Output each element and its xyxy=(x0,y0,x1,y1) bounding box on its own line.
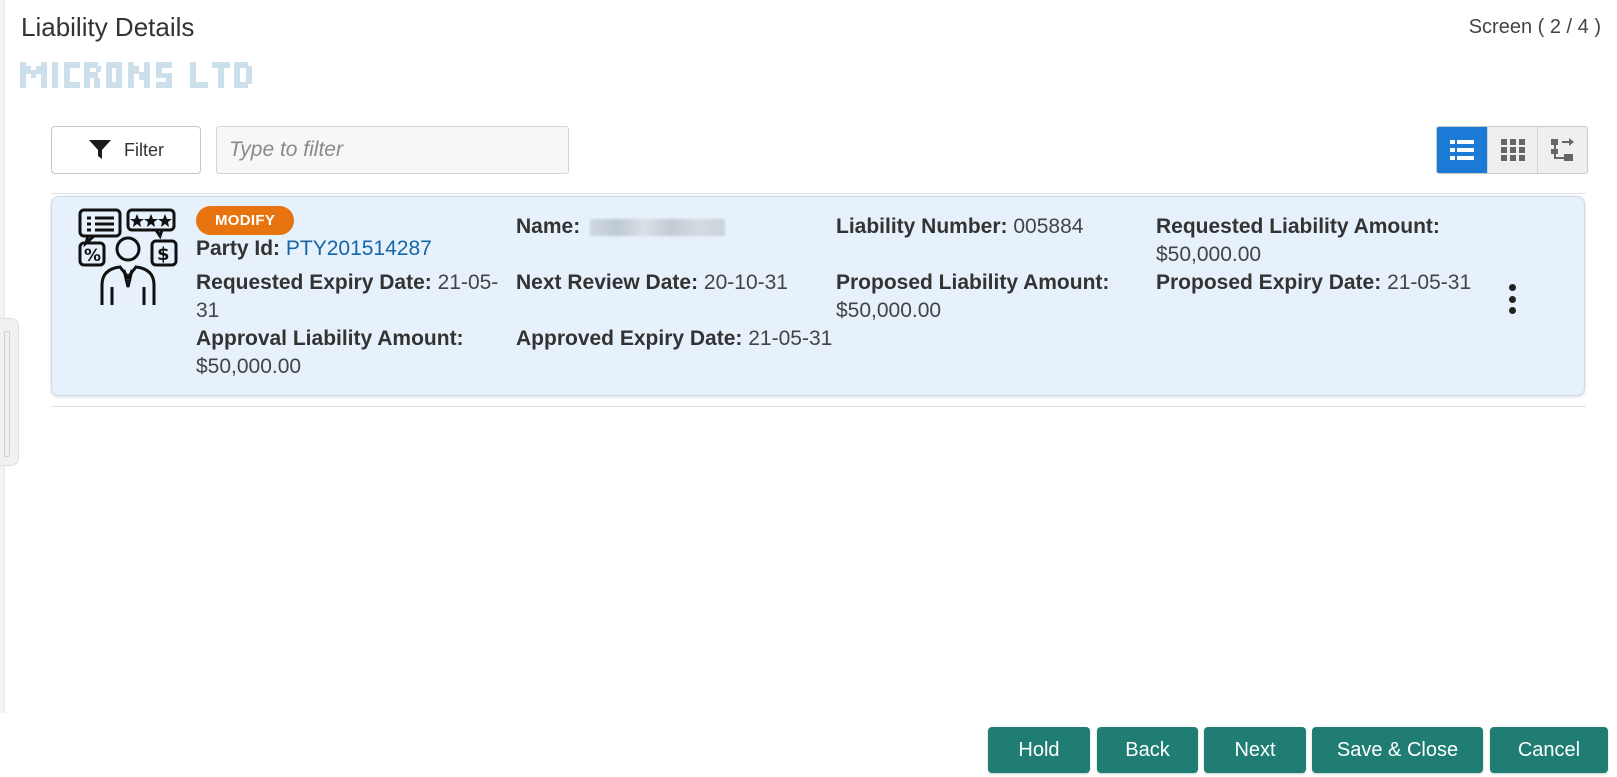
party-id-link[interactable]: PTY201514287 xyxy=(286,237,432,260)
name-field: Name: xyxy=(516,213,726,241)
approval-amount-label: Approval Liability Amount: xyxy=(196,327,464,350)
party-id-field: Party Id: PTY201514287 xyxy=(196,235,432,263)
requested-amount-field: Requested Liability Amount: $50,000.00 xyxy=(1156,213,1456,269)
filter-button-label: Filter xyxy=(124,139,164,160)
side-panel-handle[interactable] xyxy=(0,318,19,466)
filter-input[interactable] xyxy=(216,126,569,174)
list-view-button[interactable] xyxy=(1437,127,1487,173)
requested-expiry-label: Requested Expiry Date: xyxy=(196,271,432,294)
approval-amount-value: $50,000.00 xyxy=(196,355,302,378)
screen-indicator: Screen ( 2 / 4 ) xyxy=(1468,16,1601,38)
status-badge: MODIFY xyxy=(196,206,295,235)
grid-view-icon xyxy=(1500,139,1525,161)
svg-text:%: % xyxy=(84,246,101,266)
requested-expiry-value-part2: 31 xyxy=(196,299,220,322)
list-bottom-divider xyxy=(51,406,1586,407)
svg-text:$: $ xyxy=(157,244,170,265)
approved-expiry-field: Approved Expiry Date: 21-05-31 xyxy=(516,325,832,353)
customer-review-icon: % $ xyxy=(78,208,178,305)
next-button[interactable]: Next xyxy=(1204,727,1306,773)
requested-amount-label: Requested Liability Amount: xyxy=(1156,215,1440,238)
name-label: Name: xyxy=(516,215,581,238)
tree-view-button[interactable] xyxy=(1537,127,1587,173)
grid-view-button[interactable] xyxy=(1487,127,1537,173)
company-name-blurred xyxy=(20,62,252,88)
filter-button[interactable]: Filter xyxy=(51,126,201,174)
hierarchy-icon xyxy=(1550,138,1574,161)
requested-expiry-field: Requested Expiry Date: 21-05- 31 xyxy=(196,269,501,325)
save-close-button[interactable]: Save & Close xyxy=(1312,727,1483,773)
next-review-label: Next Review Date: xyxy=(516,271,699,294)
filter-icon xyxy=(89,140,111,159)
list-view-icon xyxy=(1450,140,1474,160)
next-review-field: Next Review Date: 20-10-31 xyxy=(516,269,788,297)
view-switcher xyxy=(1436,126,1588,174)
approved-expiry-value: 21-05-31 xyxy=(748,327,833,350)
back-button[interactable]: Back xyxy=(1097,727,1198,773)
more-options-icon[interactable] xyxy=(1500,281,1524,317)
next-review-value: 20-10-31 xyxy=(703,271,788,294)
proposed-amount-field: Proposed Liability Amount: $50,000.00 xyxy=(836,269,1136,325)
name-value-blurred xyxy=(590,218,726,236)
liability-card[interactable]: % $ MODIFY Party Id: PTY201514287 Name: … xyxy=(51,196,1585,396)
liability-number-field: Liability Number: 005884 xyxy=(836,213,1083,241)
proposed-amount-label: Proposed Liability Amount: xyxy=(836,271,1110,294)
page-title: Liability Details xyxy=(21,12,195,42)
list-top-divider xyxy=(51,193,1586,194)
approved-expiry-label: Approved Expiry Date: xyxy=(516,327,743,350)
liability-number-value: 005884 xyxy=(1013,215,1084,238)
proposed-expiry-field: Proposed Expiry Date: 21-05-31 xyxy=(1156,269,1471,297)
cancel-button[interactable]: Cancel xyxy=(1490,727,1608,773)
requested-expiry-value-part1: 21-05- xyxy=(437,271,499,294)
proposed-expiry-label: Proposed Expiry Date: xyxy=(1156,271,1382,294)
liability-number-label: Liability Number: xyxy=(836,215,1008,238)
requested-amount-value: $50,000.00 xyxy=(1156,243,1262,266)
proposed-amount-value: $50,000.00 xyxy=(836,299,942,322)
proposed-expiry-value: 21-05-31 xyxy=(1387,271,1472,294)
party-id-label: Party Id: xyxy=(196,237,281,260)
hold-button[interactable]: Hold xyxy=(988,727,1090,773)
approval-amount-field: Approval Liability Amount: $50,000.00 xyxy=(196,325,501,381)
